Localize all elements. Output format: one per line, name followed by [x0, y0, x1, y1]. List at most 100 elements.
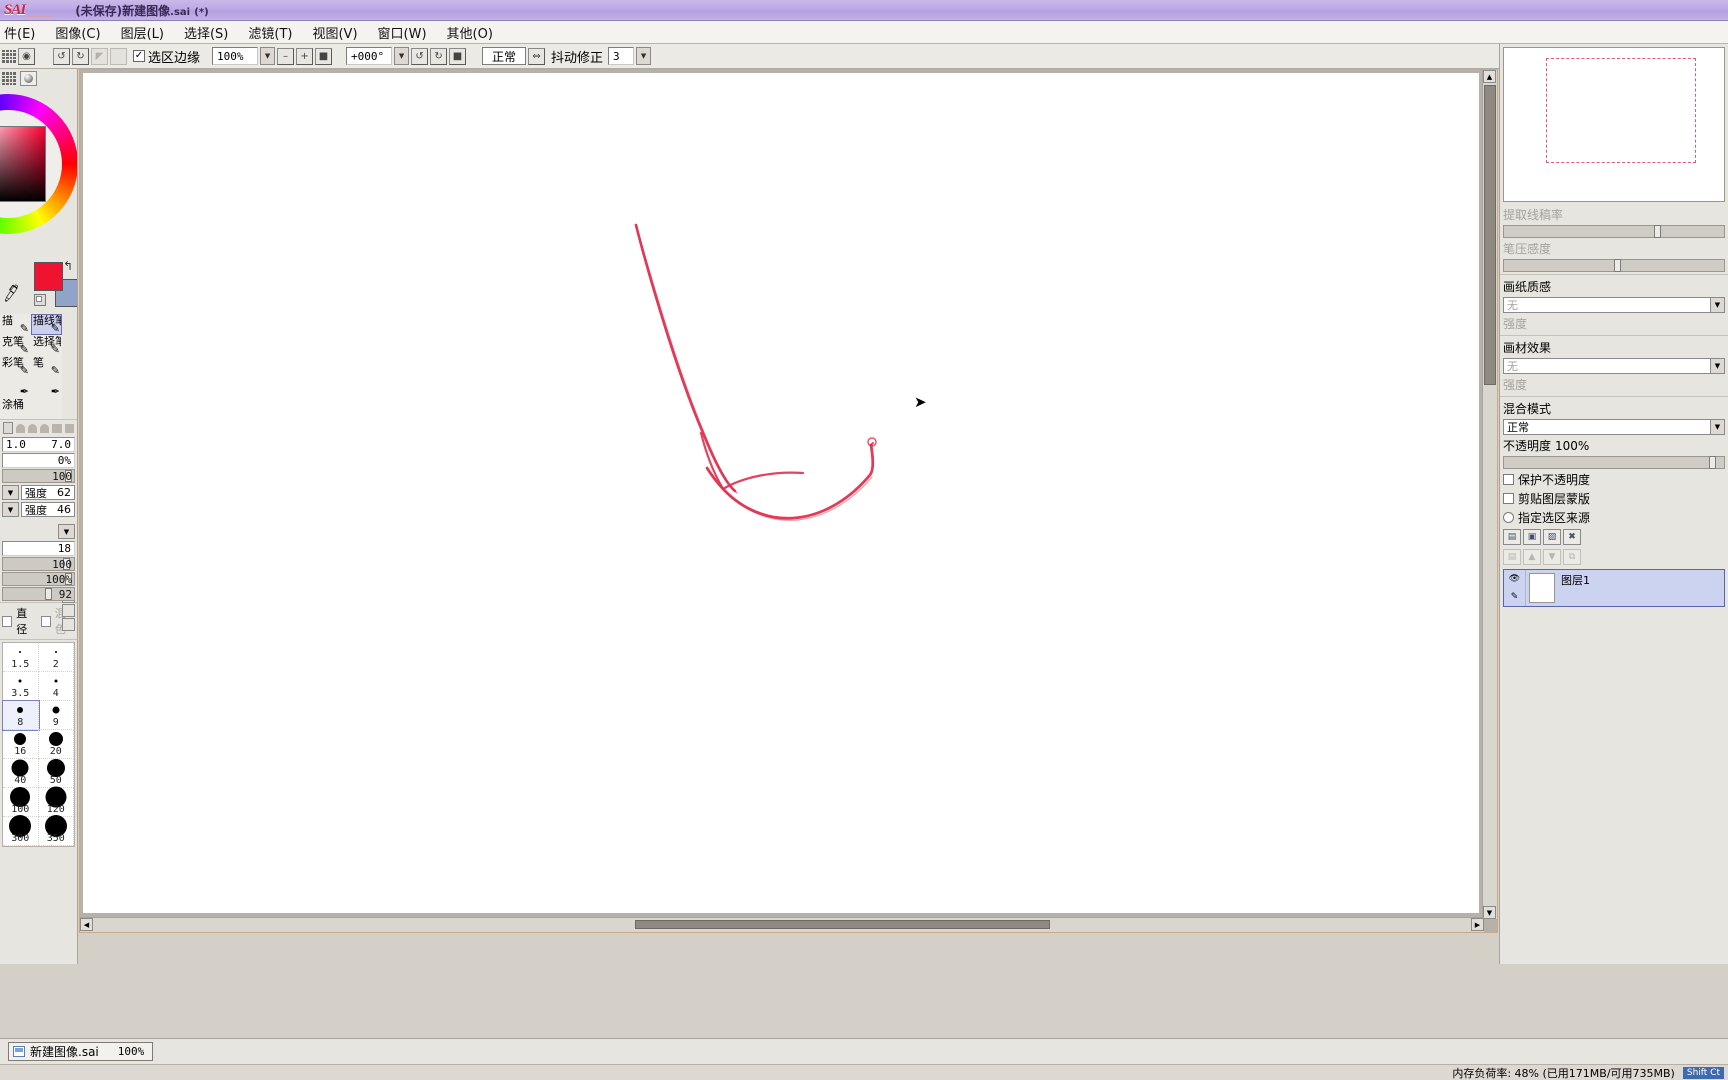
zoom-reset-button[interactable]: ■: [315, 47, 333, 65]
blend-mode-field[interactable]: 正常: [482, 47, 527, 65]
brush-size-cell[interactable]: 20: [38, 730, 74, 759]
density-slider[interactable]: 100: [2, 469, 75, 483]
canvas-horizontal-scrollbar[interactable]: ◀ ▶: [80, 917, 1484, 932]
tool-pen[interactable]: 笔 ✎: [31, 356, 62, 377]
navigator-viewport-rect[interactable]: [1546, 58, 1696, 163]
move-up-button[interactable]: ▲: [1523, 549, 1541, 565]
size-range-field[interactable]: 1.0 7.0: [2, 437, 75, 452]
zoom-in-button[interactable]: +: [296, 47, 314, 65]
layer-item[interactable]: 👁 ✎ 图层1: [1503, 569, 1725, 607]
material-effect-select[interactable]: 无 ▼: [1503, 358, 1725, 374]
vertical-scroll-thumb[interactable]: [1484, 85, 1496, 385]
chevron-down-icon[interactable]: ▼: [1710, 298, 1724, 312]
tool-sketch[interactable]: 描 ✎: [0, 314, 31, 335]
horizontal-scroll-thumb[interactable]: [635, 920, 1050, 929]
zoom-value-field[interactable]: 100%: [212, 47, 259, 65]
tool-watercolor[interactable]: 彩笔 ✎: [0, 356, 31, 377]
opacity-knob[interactable]: [1709, 456, 1716, 469]
move-down-button[interactable]: ▼: [1543, 549, 1561, 565]
hue-cursor-icon[interactable]: [29, 187, 36, 194]
opacity-slider[interactable]: [1503, 456, 1725, 469]
paper-texture-select[interactable]: 无 ▼: [1503, 297, 1725, 313]
blend-checkbox[interactable]: [40, 615, 51, 627]
swap-colors-icon[interactable]: ↰: [63, 259, 73, 273]
value-92-slider[interactable]: 92: [2, 587, 75, 601]
canvas-area[interactable]: ➤ ▲ ▼ ◀ ▶: [79, 69, 1498, 933]
jitter-correction-field[interactable]: 3: [608, 47, 635, 65]
new-layer-button[interactable]: ▤: [1503, 529, 1521, 545]
protect-alpha-row[interactable]: 保护不透明度: [1500, 470, 1728, 489]
brush-shape-3-icon[interactable]: [40, 423, 50, 433]
value-92-knob[interactable]: [45, 588, 52, 600]
layer-lock-icon[interactable]: ✎: [1511, 592, 1519, 602]
eye-icon[interactable]: 👁: [1509, 574, 1520, 584]
scroll-right-button[interactable]: ▶: [1471, 918, 1484, 931]
brush-shape-selected-icon[interactable]: [3, 422, 13, 434]
tool-blank-a[interactable]: ✒: [0, 377, 31, 398]
tool-blank-b[interactable]: ✒: [31, 377, 62, 398]
strength-1-dropdown-icon[interactable]: ▼: [2, 485, 19, 500]
brush-size-cell[interactable]: 50: [38, 759, 74, 788]
flip-canvas-button[interactable]: ⇔: [528, 47, 546, 65]
brush-size-cell[interactable]: 9: [38, 701, 74, 730]
menu-view[interactable]: 视图(V): [302, 21, 367, 44]
select-source-radio[interactable]: [1503, 512, 1514, 523]
brush-shape-5-icon[interactable]: [64, 423, 74, 433]
redo-button[interactable]: ↻: [72, 47, 89, 65]
protect-alpha-checkbox[interactable]: [1503, 474, 1514, 485]
strength-2-dropdown-icon[interactable]: ▼: [2, 502, 19, 517]
undo-history-button[interactable]: ◤: [91, 47, 108, 65]
layer-blend-mode-select[interactable]: 正常 ▼: [1503, 419, 1725, 435]
menu-window[interactable]: 窗口(W): [368, 21, 437, 44]
select-source-row[interactable]: 指定选区来源: [1500, 508, 1728, 527]
zoom-dropdown-icon[interactable]: ▼: [260, 47, 276, 65]
menu-layer[interactable]: 图层(L): [111, 21, 174, 44]
menu-file[interactable]: 件(E): [0, 21, 45, 44]
rotate-cw-button[interactable]: ↻: [430, 47, 448, 65]
value-18-field[interactable]: 18: [2, 541, 75, 556]
document-tab[interactable]: 新建图像.sai 100%: [8, 1042, 154, 1061]
line-extract-slider[interactable]: [1503, 225, 1725, 238]
layer-name[interactable]: 图层1: [1558, 570, 1724, 606]
rotation-value-field[interactable]: +000°: [346, 47, 393, 65]
tool-options-button[interactable]: [62, 618, 75, 631]
saturation-value-square[interactable]: [0, 126, 46, 202]
delete-layer-button[interactable]: ✖: [1563, 529, 1581, 545]
new-group-button[interactable]: ▣: [1523, 529, 1541, 545]
menu-image[interactable]: 图像(C): [45, 21, 110, 44]
brush-shape-2-icon[interactable]: [27, 423, 38, 433]
rotate-reset-button[interactable]: ■: [449, 47, 467, 65]
menu-other[interactable]: 其他(O): [437, 21, 503, 44]
diameter-checkbox[interactable]: [2, 615, 13, 627]
eyedropper-icon[interactable]: 🖊: [1, 282, 23, 303]
brush-size-cell[interactable]: 8: [2, 700, 40, 731]
pen-pressure-slider[interactable]: [1503, 259, 1725, 272]
drawing-canvas[interactable]: ➤: [83, 73, 1479, 913]
line-extract-knob[interactable]: [1654, 225, 1661, 238]
scroll-up-button[interactable]: ▲: [1483, 70, 1496, 83]
value-100pct-slider[interactable]: 100%: [2, 572, 75, 586]
tool-select-pen[interactable]: 选择笔 ✎: [31, 335, 62, 356]
scroll-down-button[interactable]: ▼: [1483, 906, 1496, 919]
clipping-row[interactable]: 剪贴图层蒙版: [1500, 489, 1728, 508]
brush-size-cell[interactable]: 100: [3, 787, 39, 817]
primary-color-swatch[interactable]: [34, 262, 63, 291]
brush-size-cell[interactable]: 1.5: [3, 643, 39, 672]
merge-down-button[interactable]: ▤: [1503, 549, 1521, 565]
selection-edge-checkbox[interactable]: ✓: [133, 50, 145, 62]
rotate-ccw-button[interactable]: ↺: [411, 47, 429, 65]
preset-dropdown-icon[interactable]: ▼: [58, 524, 75, 539]
scroll-left-button[interactable]: ◀: [80, 918, 93, 931]
new-mask-button[interactable]: ▨: [1543, 529, 1561, 545]
brush-size-cell[interactable]: 40: [3, 759, 39, 788]
brush-size-cell[interactable]: 300: [3, 815, 39, 846]
brush-size-cell[interactable]: 2: [38, 643, 74, 672]
brush-size-cell[interactable]: 16: [3, 730, 39, 759]
brush-size-cell[interactable]: 4: [38, 672, 74, 701]
pen-pressure-knob[interactable]: [1614, 259, 1621, 272]
navigator-preview[interactable]: [1503, 47, 1725, 202]
jitter-dropdown-icon[interactable]: ▼: [636, 47, 652, 65]
menu-filter[interactable]: 滤镜(T): [238, 21, 302, 44]
chevron-down-icon[interactable]: ▼: [1710, 359, 1724, 373]
brush-size-cell[interactable]: 3.5: [3, 672, 39, 701]
